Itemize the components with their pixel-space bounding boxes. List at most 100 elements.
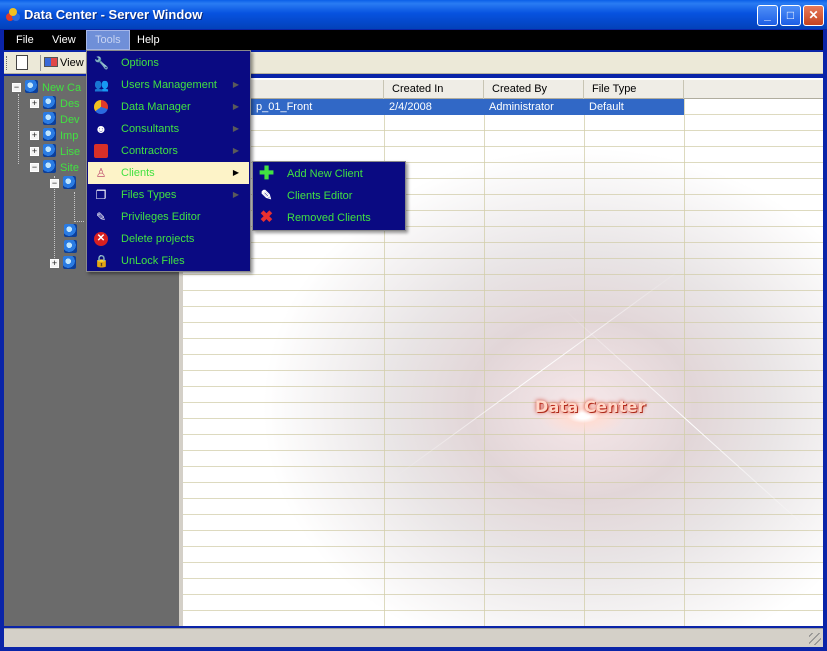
tree-node-label: New Ca	[42, 82, 82, 94]
consultant-icon: ☻	[94, 122, 108, 136]
submenu-item-add-new-client[interactable]: ✚ Add New Client	[254, 163, 404, 185]
tree-node-root[interactable]: − New Ca	[12, 80, 81, 96]
expand-icon[interactable]: +	[50, 259, 59, 268]
collapse-icon[interactable]: −	[50, 179, 59, 188]
status-bar	[4, 628, 823, 647]
toolbox-icon	[94, 144, 108, 158]
expand-icon[interactable]: +	[30, 131, 39, 140]
grid-column-line	[584, 99, 585, 626]
menu-file[interactable]: File	[8, 30, 42, 50]
tree-node-label: Des	[60, 98, 80, 110]
tree-node[interactable]: + Des	[30, 96, 80, 112]
menu-item-clients[interactable]: ♙ Clients ▶	[88, 162, 249, 184]
grid-column-line	[484, 99, 485, 626]
submenu-arrow-icon: ▶	[232, 124, 239, 133]
submenu-arrow-icon: ▶	[232, 102, 239, 111]
editor-icon: ✎	[260, 187, 273, 203]
folder-icon	[43, 96, 56, 109]
maximize-button[interactable]: □	[780, 5, 801, 26]
column-header-created-in[interactable]: Created In	[384, 80, 484, 99]
grid-header: Created In Created By File Type	[183, 80, 823, 99]
folder-icon	[43, 144, 56, 157]
cell-created-in: 2/4/2008	[389, 101, 432, 113]
view-label: View	[60, 57, 84, 69]
cell-file-type: Default	[589, 101, 624, 113]
tree-node-label: Lise	[60, 146, 81, 158]
menu-item-unlock-files[interactable]: 🔒 UnLock Files	[88, 250, 249, 272]
tree-node[interactable]: Dev	[43, 112, 80, 128]
menu-bar: File View Tools Help	[4, 30, 823, 50]
tree-connector	[74, 192, 75, 222]
pie-chart-icon	[94, 100, 108, 114]
watermark-logo: Data Center	[535, 397, 646, 416]
tree-connector	[18, 94, 19, 164]
column-header-file-type[interactable]: File Type	[584, 80, 684, 99]
tools-menu-dropdown: 🔧 Options 👥 Users Management ▶ Data Mana…	[86, 50, 251, 272]
users-icon: 👥	[94, 78, 109, 92]
wrench-icon: 🔧	[94, 56, 109, 70]
tree-node[interactable]: + Lise	[30, 144, 80, 160]
submenu-arrow-icon: ▶	[232, 146, 239, 155]
tree-node-label: Site	[60, 162, 79, 174]
collapse-icon[interactable]: −	[30, 163, 39, 172]
remove-icon: ✖	[259, 209, 274, 226]
toolbar-grip[interactable]	[6, 56, 9, 70]
view-icon	[44, 57, 58, 67]
submenu-arrow-icon: ▶	[232, 190, 239, 199]
clients-submenu: ✚ Add New Client ✎ Clients Editor ✖ Remo…	[252, 161, 406, 231]
folder-icon	[43, 112, 56, 125]
menu-item-files-types[interactable]: ❐ Files Types ▶	[88, 184, 249, 206]
app-window: Data Center - Server Window _ □ ✕ File V…	[0, 0, 827, 651]
menu-item-contractors[interactable]: Contractors ▶	[88, 140, 249, 162]
column-header-created-by[interactable]: Created By	[484, 80, 584, 99]
folder-icon	[43, 160, 56, 173]
cell-name: p_01_Front	[256, 101, 313, 113]
menu-help[interactable]: Help	[129, 30, 168, 50]
cell-created-by: Administrator	[489, 101, 554, 113]
new-document-icon[interactable]	[16, 55, 28, 70]
menu-tools[interactable]: Tools	[86, 30, 130, 50]
menu-item-privileges-editor[interactable]: ✎ Privileges Editor	[88, 206, 249, 228]
lock-icon: 🔒	[94, 254, 109, 268]
app-icon	[6, 8, 20, 21]
folder-icon	[64, 224, 77, 237]
tree-node[interactable]: − Site	[30, 160, 79, 176]
collapse-icon[interactable]: −	[12, 83, 21, 92]
submenu-item-clients-editor[interactable]: ✎ Clients Editor	[254, 185, 404, 207]
menu-item-data-manager[interactable]: Data Manager ▶	[88, 96, 249, 118]
menu-item-options[interactable]: 🔧 Options	[88, 52, 249, 74]
resize-grip[interactable]	[809, 633, 821, 645]
plus-icon: ✚	[259, 163, 275, 183]
tree-node[interactable]	[64, 240, 81, 256]
folder-icon	[25, 80, 38, 93]
minimize-button[interactable]: _	[757, 5, 778, 26]
delete-icon: ✕	[94, 232, 108, 246]
expand-icon[interactable]: +	[30, 99, 39, 108]
title-bar[interactable]: Data Center - Server Window _ □ ✕	[0, 0, 827, 29]
tree-node[interactable]: + Imp	[30, 128, 78, 144]
tree-node[interactable]	[64, 224, 81, 240]
tree-node[interactable]: +	[50, 256, 80, 272]
submenu-item-removed-clients[interactable]: ✖ Removed Clients	[254, 207, 404, 229]
menu-view[interactable]: View	[44, 30, 84, 50]
grid-column-line	[684, 99, 685, 626]
table-row-selected[interactable]: p_01_Front 2/4/2008 Administrator Defaul…	[183, 99, 684, 115]
tree-node[interactable]: −	[50, 176, 80, 192]
tree-node-label: Imp	[60, 130, 79, 142]
submenu-arrow-icon: ▶	[232, 168, 239, 177]
tree-node-label: Dev	[60, 114, 80, 126]
menu-item-consultants[interactable]: ☻ Consultants ▶	[88, 118, 249, 140]
privileges-icon: ✎	[95, 210, 107, 224]
tree-connector	[74, 221, 84, 222]
menu-item-users-management[interactable]: 👥 Users Management ▶	[88, 74, 249, 96]
client-icon: ♙	[95, 166, 107, 180]
folder-icon	[63, 256, 76, 269]
folder-icon	[64, 240, 77, 253]
submenu-arrow-icon: ▶	[232, 80, 239, 89]
menu-item-delete-projects[interactable]: ✕ Delete projects	[88, 228, 249, 250]
folder-icon	[63, 176, 76, 189]
close-button[interactable]: ✕	[803, 5, 824, 26]
toolbar-separator	[40, 55, 41, 71]
view-button[interactable]: View	[44, 55, 84, 71]
expand-icon[interactable]: +	[30, 147, 39, 156]
